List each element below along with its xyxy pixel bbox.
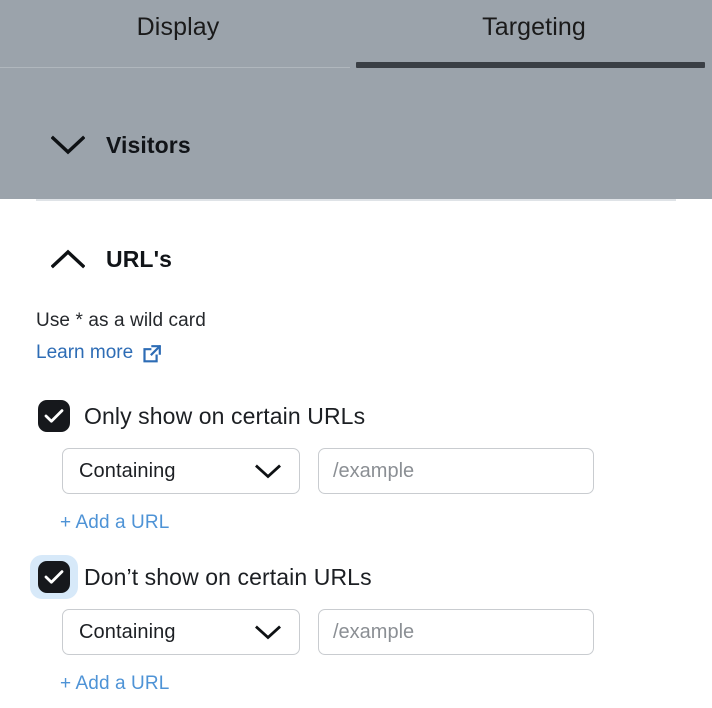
wildcard-hint-text: Use * as a wild card — [36, 310, 206, 331]
match-type-value-only-show: Containing — [79, 459, 176, 482]
tab-display-label: Display — [136, 12, 220, 41]
checkbox-row-only-show[interactable]: Only show on certain URLs — [0, 394, 712, 438]
checkbox-only-show[interactable] — [30, 394, 78, 438]
tab-display[interactable]: Display — [0, 0, 356, 68]
external-link-icon — [142, 344, 162, 364]
checkbox-only-show-label: Only show on certain URLs — [84, 402, 366, 429]
chevron-down-icon — [48, 130, 88, 160]
rule-only-show: Only show on certain URLs Containing + A… — [0, 394, 712, 533]
section-urls: URL's Use * as a wild card Learn more On… — [0, 201, 712, 708]
checkbox-row-dont-show[interactable]: Don’t show on certain URLs — [0, 555, 712, 599]
add-url-link-only-show[interactable]: + Add a URL — [60, 512, 169, 534]
tab-bar: Display Targeting — [0, 0, 712, 68]
section-visitors-header[interactable]: Visitors — [48, 130, 191, 160]
dimmed-overlay-region: Display Targeting Visitors — [0, 0, 712, 199]
url-input-only-show[interactable] — [318, 448, 594, 494]
checkmark-icon — [44, 570, 64, 584]
match-type-select-dont-show[interactable]: Containing — [62, 609, 300, 655]
checkbox-dont-show[interactable] — [30, 555, 78, 599]
section-urls-header[interactable]: URL's — [48, 244, 172, 274]
chevron-up-icon — [48, 244, 88, 274]
section-urls-title: URL's — [106, 245, 173, 272]
learn-more-link[interactable]: Learn more — [36, 342, 162, 364]
tab-targeting-label: Targeting — [482, 12, 586, 41]
checkbox-only-show-box — [38, 400, 70, 432]
checkbox-dont-show-box — [38, 561, 70, 593]
url-input-dont-show[interactable] — [318, 609, 594, 655]
learn-more-label: Learn more — [36, 342, 134, 363]
match-type-select-only-show[interactable]: Containing — [62, 448, 300, 494]
chevron-down-icon — [255, 625, 281, 640]
tab-targeting[interactable]: Targeting — [356, 0, 712, 68]
chevron-down-icon — [255, 464, 281, 479]
match-type-value-dont-show: Containing — [79, 620, 176, 643]
section-visitors-title: Visitors — [106, 131, 191, 158]
add-url-link-dont-show[interactable]: + Add a URL — [60, 673, 169, 695]
checkmark-icon — [44, 409, 64, 423]
rule-dont-show: Don’t show on certain URLs Containing + … — [0, 555, 712, 694]
controls-row-dont-show: Containing + Add a URL — [0, 609, 712, 694]
controls-row-only-show: Containing + Add a URL — [0, 448, 712, 533]
section-visitors: Visitors — [0, 68, 712, 199]
checkbox-dont-show-label: Don’t show on certain URLs — [84, 563, 372, 590]
